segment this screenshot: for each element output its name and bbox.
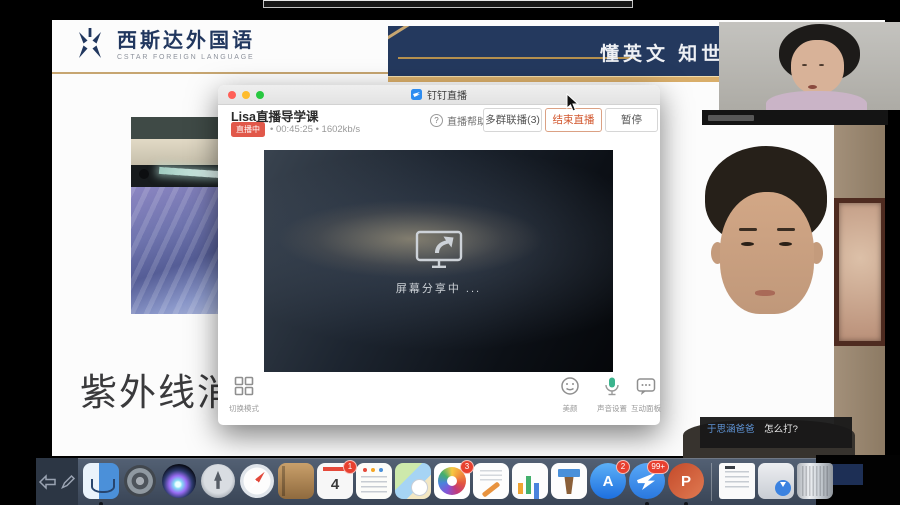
school-logo: 西斯达外国语 CSTAR FOREIGN LANGUAGE: [72, 27, 255, 63]
beauty-button[interactable]: 美颜: [552, 376, 588, 414]
live-status-row: 直播中 • 00:45:25 • 1602kb/s: [231, 122, 360, 137]
help-label: 直播帮助: [447, 113, 487, 128]
school-name-en: CSTAR FOREIGN LANGUAGE: [117, 54, 255, 61]
dingtalk-live-window: 钉钉直播 Lisa直播导学课 直播中 • 00:45:25 • 1602kb/s…: [218, 85, 660, 425]
microphone-icon: [602, 376, 622, 396]
video-name-label: [708, 115, 754, 121]
teacher-face: [791, 40, 843, 95]
presenter-controls: [36, 458, 78, 505]
dock-icon-maps[interactable]: [394, 463, 432, 503]
sound-settings-label: 声音设置: [594, 403, 630, 414]
sound-settings-button[interactable]: 声音设置: [594, 376, 630, 414]
school-name: 西斯达外国语: [117, 30, 255, 52]
beauty-label: 美颜: [552, 403, 588, 414]
window-titlebar[interactable]: 钉钉直播: [218, 85, 660, 105]
dock-icon-settings[interactable]: [121, 463, 159, 503]
chat-bubble-icon: [636, 376, 656, 396]
photo-ceiling-shadow: [131, 117, 219, 139]
dock-divider: [711, 463, 712, 501]
traffic-lights: [228, 91, 264, 99]
hidden-window-top-edge: [263, 0, 633, 8]
mouse-cursor: [566, 93, 579, 117]
minimize-button[interactable]: [242, 91, 250, 99]
dock-icon-safari[interactable]: [238, 463, 276, 503]
student-video: [655, 110, 888, 458]
header-gold-rule: [52, 72, 388, 74]
student-brow: [777, 228, 795, 231]
uv-lit-blanket: [131, 187, 219, 314]
notification-badge: 99+: [647, 460, 669, 474]
student-brow: [739, 228, 757, 231]
teacher-sweater: [766, 91, 867, 110]
dock-icon-contacts[interactable]: [277, 463, 315, 503]
help-icon: ?: [430, 114, 443, 127]
calendar-day: 4: [331, 476, 339, 493]
notification-badge: 3: [460, 460, 474, 474]
smiley-icon: [560, 376, 580, 396]
right-black-strip: [885, 110, 900, 505]
pen-icon[interactable]: [60, 474, 76, 490]
live-help-link[interactable]: ? 直播帮助: [430, 113, 487, 128]
photo-ceiling: [131, 139, 219, 165]
grid-icon: [234, 376, 254, 396]
zoom-button[interactable]: [256, 91, 264, 99]
dock-icon-siri[interactable]: [160, 463, 198, 503]
screen-share-stage: 屏幕分享中 ...: [264, 150, 613, 372]
dock-icon-trash[interactable]: [796, 463, 834, 503]
student-eye: [741, 242, 754, 246]
uv-lamp-photo: [131, 117, 219, 314]
dock-icon-dingtalk[interactable]: 99+: [628, 463, 666, 503]
lamp-fixture: [139, 169, 149, 179]
notification-badge: 1: [343, 460, 357, 474]
student-eye: [779, 242, 792, 246]
sharing-status-text: 屏幕分享中 ...: [396, 280, 481, 296]
window-title: 钉钉直播: [427, 87, 467, 102]
back-arrow-icon[interactable]: [38, 474, 57, 490]
student-mouth: [755, 290, 775, 296]
multigroup-button[interactable]: 多群联播(3): [483, 108, 542, 132]
dock-icon-photos[interactable]: 3: [433, 463, 471, 503]
dock-icon-numbers[interactable]: [511, 463, 549, 503]
pause-button[interactable]: 暂停: [605, 108, 658, 132]
chat-message-overlay: 于思涵爸爸 怎么打?: [700, 417, 852, 448]
dingtalk-app-icon: [411, 89, 422, 100]
switch-mode-label: 切换模式: [226, 403, 262, 414]
screen-share-icon: [414, 226, 464, 270]
close-button[interactable]: [228, 91, 236, 99]
dock-icon-calendar[interactable]: 41: [316, 463, 354, 503]
dock: 41 3 A2 99+P: [78, 458, 816, 505]
switch-mode-button[interactable]: 切换模式: [226, 376, 262, 414]
notification-badge: 2: [616, 460, 630, 474]
dock-icon-keynote[interactable]: [550, 463, 588, 503]
live-badge: 直播中: [231, 122, 265, 137]
live-stats: • 00:45:25 • 1602kb/s: [270, 124, 360, 135]
dock-icon-appstore[interactable]: A2: [589, 463, 627, 503]
teacher-video: [719, 22, 900, 110]
picture-frame: [834, 198, 886, 346]
screen: 西斯达外国语 CSTAR FOREIGN LANGUAGE 懂英文 知世 紫外线…: [0, 0, 900, 505]
banner-diagonal-accent: [388, 26, 416, 40]
dock-icon-notes[interactable]: [355, 463, 393, 503]
chat-sender: 于思涵爸爸: [707, 424, 755, 435]
banner-slogan: 懂英文 知世: [600, 39, 724, 66]
dock-icon-downloads[interactable]: [757, 463, 795, 503]
dock-icon-powerpoint[interactable]: P: [667, 463, 705, 503]
chat-message: 怎么打?: [764, 424, 798, 435]
video-name-label-bar: [702, 110, 888, 125]
dock-icon-pages[interactable]: [472, 463, 510, 503]
dock-icon-finder[interactable]: [82, 463, 120, 503]
cstar-logo-icon: [72, 27, 108, 63]
dock-icon-launchpad[interactable]: [199, 463, 237, 503]
dock-icon-document[interactable]: [718, 463, 756, 503]
